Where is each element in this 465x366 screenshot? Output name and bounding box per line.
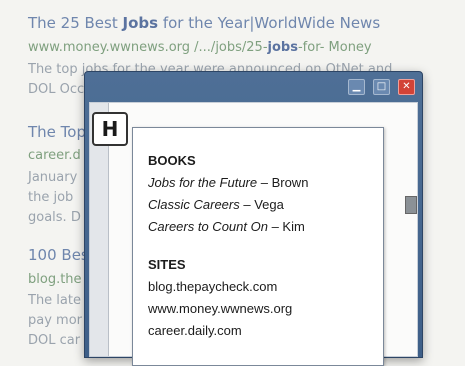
minimize-button[interactable]: ▁ bbox=[348, 79, 365, 95]
result-1-snippet-line-2: DOL Occ bbox=[28, 82, 85, 97]
sites-heading: SITES bbox=[148, 257, 186, 272]
result-2-title[interactable]: The Top bbox=[28, 123, 86, 141]
book-item: Careers to Count On – Kim bbox=[148, 219, 305, 234]
site-item: www.money.wwnews.org bbox=[148, 301, 293, 316]
scrollbar-thumb[interactable] bbox=[405, 196, 417, 214]
site-item: blog.thepaycheck.com bbox=[148, 279, 278, 294]
help-badge-icon: H bbox=[92, 112, 128, 146]
result-3-snippet-line-2: pay mor bbox=[28, 313, 83, 328]
result-3-snippet-line-3: DOL car bbox=[28, 333, 81, 348]
result-2-snippet-line-2: the job bbox=[28, 190, 74, 205]
book-item: Jobs for the Future – Brown bbox=[148, 175, 309, 190]
books-heading: BOOKS bbox=[148, 153, 196, 168]
result-1-title[interactable]: The 25 Best Jobs for the Year|WorldWide … bbox=[28, 14, 380, 32]
result-3-title[interactable]: 100 Bes bbox=[28, 246, 89, 264]
result-2-snippet-line-1: January bbox=[28, 170, 78, 185]
notes-content: BOOKS Jobs for the Future – Brown Classi… bbox=[148, 150, 388, 342]
maximize-button[interactable]: □ bbox=[373, 79, 390, 95]
window-titlebar[interactable]: ▁ □ ✕ bbox=[85, 72, 422, 102]
site-item: career.daily.com bbox=[148, 323, 242, 338]
result-2-snippet-line-3: goals. D bbox=[28, 210, 81, 225]
result-3-url: blog.the bbox=[28, 272, 82, 287]
close-button[interactable]: ✕ bbox=[398, 79, 415, 95]
result-2-url: career.d bbox=[28, 148, 81, 163]
result-3-snippet-line-1: The late bbox=[28, 293, 81, 308]
book-item: Classic Careers – Vega bbox=[148, 197, 284, 212]
result-1-url: www.money.wwnews.org /.../jobs/25-jobs-f… bbox=[28, 40, 372, 55]
